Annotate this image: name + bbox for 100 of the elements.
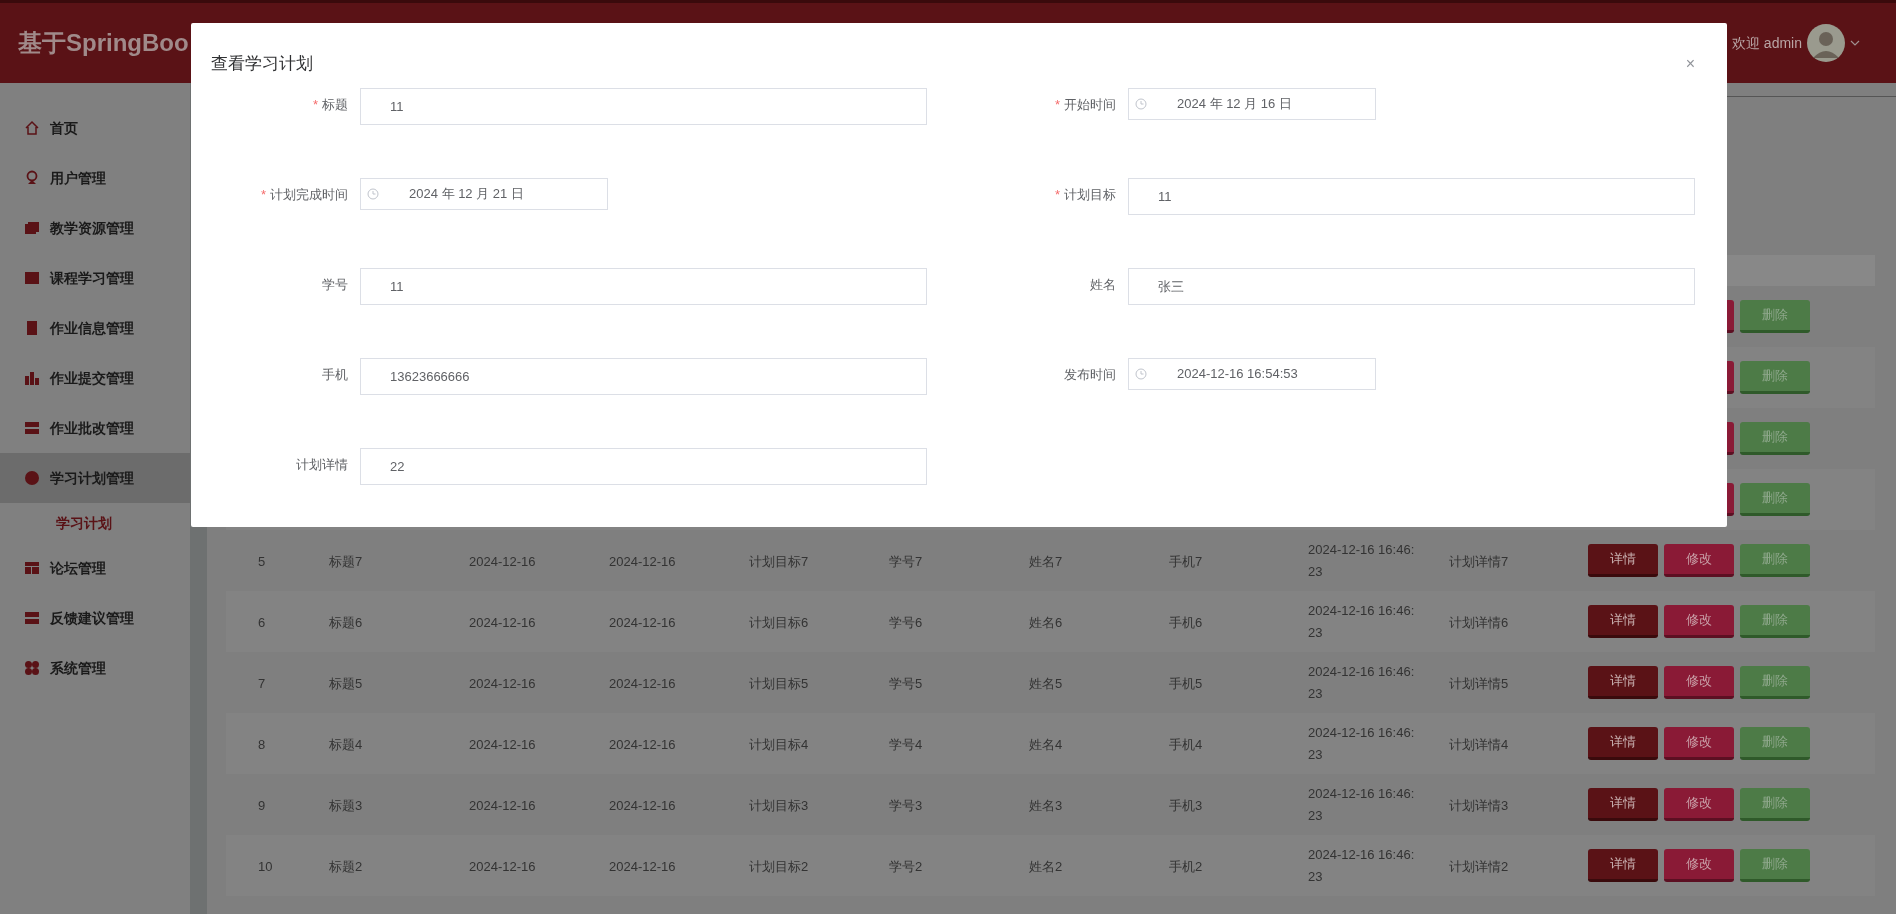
date-field[interactable]: 2024 年 12 月 16 日 (1128, 88, 1376, 120)
details-button[interactable]: 详情 (1588, 605, 1658, 638)
table-cell: 姓名4 (1029, 736, 1063, 752)
table-cell: 计划详情5 (1449, 675, 1509, 691)
table-cell: 学号5 (889, 675, 923, 691)
table-cell: 8 (258, 736, 266, 752)
table-cell: 2024-12-16 (609, 858, 676, 874)
date-field[interactable]: 2024 年 12 月 21 日 (360, 178, 608, 210)
drawer-icon (24, 610, 40, 626)
sidebar-item[interactable]: 反馈建议管理 (0, 593, 190, 643)
user-avatar[interactable] (1807, 24, 1845, 62)
table-cell: 标题5 (329, 675, 363, 691)
sidebar-item[interactable]: 作业批改管理 (0, 403, 190, 453)
table-cell: 9 (258, 797, 266, 813)
table-cell: 计划详情6 (1449, 614, 1509, 630)
details-button[interactable]: 详情 (1588, 666, 1658, 699)
sidebar-item[interactable]: 论坛管理 (0, 543, 190, 593)
dialog-title: 查看学习计划 (211, 53, 313, 76)
required-mark: * (1054, 96, 1060, 114)
table-cell: 姓名3 (1029, 797, 1063, 813)
table-cell: 2024-12-16 (609, 614, 676, 630)
table-cell-text: 2024-12-16 16:46:23 (1308, 845, 1416, 886)
details-button[interactable]: 详情 (1588, 727, 1658, 760)
field-label: 计划详情 (295, 456, 349, 474)
table-cell-text: 2024-12-16 16:46:23 (1308, 784, 1416, 825)
field-label: 姓名 (1089, 276, 1117, 294)
table-cell: 计划目标7 (749, 553, 809, 569)
table-cell: 标题6 (329, 614, 363, 630)
edit-button[interactable]: 修改 (1664, 849, 1734, 882)
sidebar-item[interactable]: 首页 (0, 103, 190, 153)
table-cell: 2024-12-16 (609, 675, 676, 691)
board-icon (24, 270, 40, 286)
details-button[interactable]: 详情 (1588, 849, 1658, 882)
input-field[interactable]: 张三 (1128, 268, 1695, 305)
table-cell: 标题7 (329, 553, 363, 569)
table-cell: 手机5 (1169, 675, 1203, 691)
table-cell: 2024-12-16 (469, 736, 536, 752)
details-button[interactable]: 详情 (1588, 788, 1658, 821)
edit-button[interactable]: 修改 (1664, 727, 1734, 760)
folder-icon (24, 220, 40, 236)
table-cell-text: 2024-12-16 16:46:23 (1308, 601, 1416, 642)
input-field[interactable]: 13623666666 (360, 358, 927, 395)
app-title: 基于SpringBoo (18, 28, 189, 58)
field-label: 发布时间 (1063, 366, 1117, 384)
table-cell: 手机7 (1169, 553, 1203, 569)
table-cell: 2024-12-16 (469, 675, 536, 691)
field-label: 开始时间 (1064, 96, 1116, 114)
table-cell: 计划详情4 (1449, 736, 1509, 752)
field-label: 计划完成时间 (270, 186, 348, 204)
table-cell: 2024-12-16 (609, 736, 676, 752)
sidebar-item[interactable]: 作业信息管理 (0, 303, 190, 353)
required-mark: * (260, 186, 266, 204)
input-field[interactable]: 11 (360, 268, 927, 305)
table-cell: 7 (258, 675, 266, 691)
table-cell: 计划详情2 (1449, 858, 1509, 874)
welcome-text: 欢迎 admin (1731, 33, 1802, 53)
input-field[interactable]: 11 (360, 88, 927, 125)
table-cell: 手机4 (1169, 736, 1203, 752)
table-cell: 计划目标6 (749, 614, 809, 630)
table-cell: 标题3 (329, 797, 363, 813)
table-cell: 2024-12-16 (609, 797, 676, 813)
required-mark: * (312, 96, 318, 114)
input-field[interactable]: 11 (1128, 178, 1695, 215)
table-cell: 计划详情3 (1449, 797, 1509, 813)
details-button[interactable]: 详情 (1588, 544, 1658, 577)
sidebar-item[interactable]: 作业提交管理 (0, 353, 190, 403)
sidebar-item[interactable]: 用户管理 (0, 153, 190, 203)
sidebar-item[interactable]: 课程学习管理 (0, 253, 190, 303)
sidebar-subitem[interactable]: 学习计划 (0, 503, 190, 543)
sidebar-item[interactable]: 教学资源管理 (0, 203, 190, 253)
table-cell: 学号3 (889, 797, 923, 813)
close-button[interactable]: × (1685, 56, 1695, 72)
input-field[interactable]: 22 (360, 448, 927, 485)
clock-icon (1135, 368, 1147, 380)
table-cell: 10 (258, 858, 273, 874)
bookmark-icon (24, 320, 40, 336)
field-label: 标题 (322, 96, 348, 114)
sidebar-item[interactable]: 学习计划管理 (0, 453, 190, 503)
table-cell: 学号4 (889, 736, 923, 752)
edit-button[interactable]: 修改 (1664, 605, 1734, 638)
table-cell: 姓名5 (1029, 675, 1063, 691)
table-cell: 计划目标2 (749, 858, 809, 874)
layout-icon (24, 560, 40, 576)
date-field[interactable]: 2024-12-16 16:54:53 (1128, 358, 1376, 390)
clock-icon (1135, 98, 1147, 110)
table-cell: 2024-12-16 (469, 797, 536, 813)
table-cell: 学号2 (889, 858, 923, 874)
edit-button[interactable]: 修改 (1664, 544, 1734, 577)
circle-icon (24, 470, 40, 486)
edit-button[interactable]: 修改 (1664, 666, 1734, 699)
table-cell: 2024-12-16 (609, 553, 676, 569)
table-cell: 姓名6 (1029, 614, 1063, 630)
sidebar-item[interactable]: 系统管理 (0, 643, 190, 693)
caret-icon[interactable] (1850, 40, 1860, 46)
chart-icon (24, 370, 40, 386)
table-cell-text: 2024-12-16 16:46:23 (1308, 662, 1416, 703)
home-icon (24, 120, 40, 136)
field-label: 计划目标 (1064, 186, 1116, 204)
table-cell: 姓名2 (1029, 858, 1063, 874)
edit-button[interactable]: 修改 (1664, 788, 1734, 821)
